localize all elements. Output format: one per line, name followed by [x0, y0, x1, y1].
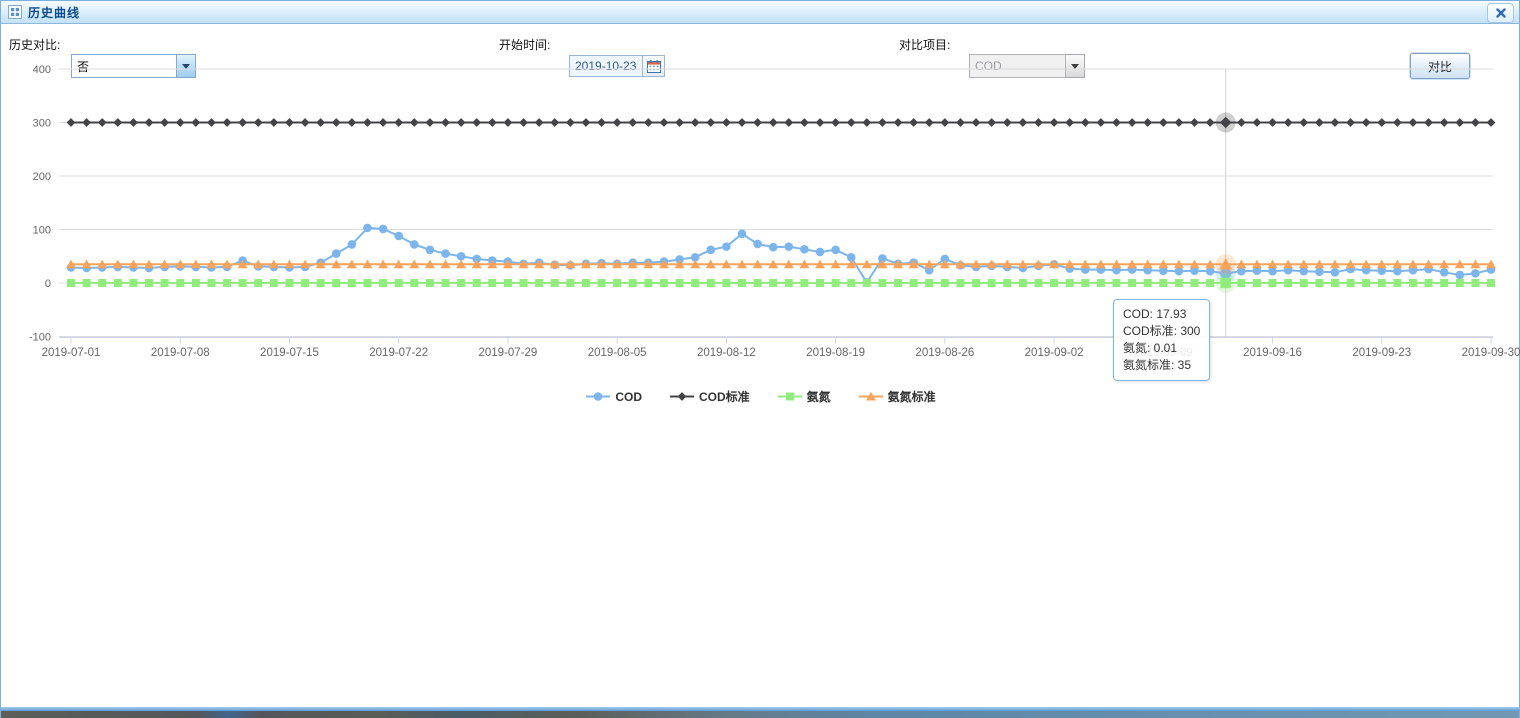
svg-text:2019-07-29: 2019-07-29: [479, 347, 538, 359]
triangle-legend-marker-icon: [859, 390, 883, 403]
taskbar-strip: [1, 711, 1519, 718]
history-curve-chart[interactable]: 400 300 200 100 0 -100 2019-07-01 2019-07-08 201…: [1, 59, 1520, 369]
svg-text:2019-07-22: 2019-07-22: [369, 347, 428, 359]
svg-text:2019-07-01: 2019-07-01: [42, 347, 101, 359]
titlebar: 历史曲线: [1, 1, 1519, 24]
svg-text:2019-08-05: 2019-08-05: [588, 347, 647, 359]
legend-label: COD: [615, 390, 642, 404]
svg-text:2019-08-12: 2019-08-12: [697, 347, 756, 359]
window-title: 历史曲线: [28, 4, 80, 21]
svg-text:2019-09-16: 2019-09-16: [1243, 347, 1302, 359]
svg-text:2019-07-08: 2019-07-08: [151, 347, 210, 359]
svg-text:100: 100: [33, 225, 51, 237]
toolbar: 历史对比: 否 开始时间: 2019-10-23 对比: [1, 25, 1519, 59]
tooltip-line: COD: 17.93: [1123, 306, 1200, 323]
svg-text:2019-09-30: 2019-09-30: [1462, 347, 1520, 359]
tooltip-line: COD标准: 300: [1123, 323, 1200, 340]
svg-text:2019-08-26: 2019-08-26: [915, 347, 974, 359]
chart-tooltip: COD: 17.93COD标准: 300氨氮: 0.01氨氮标准: 35: [1113, 299, 1210, 381]
tooltip-line: 氨氮: 0.01: [1123, 340, 1200, 357]
history-compare-label: 历史对比:: [9, 36, 60, 53]
legend-item-COD标准[interactable]: COD标准: [670, 388, 750, 405]
legend-label: 氨氮标准: [888, 388, 936, 405]
history-curve-window: 历史曲线 历史对比: 否 开始时间: 2019-10-23: [0, 0, 1520, 718]
svg-text:0: 0: [45, 278, 51, 290]
diamond-legend-marker-icon: [670, 390, 694, 403]
grid-window-icon: [8, 5, 22, 19]
svg-text:2019-09-02: 2019-09-02: [1025, 347, 1084, 359]
svg-text:-100: -100: [29, 332, 51, 344]
svg-text:300: 300: [33, 118, 51, 130]
svg-text:400: 400: [33, 64, 51, 76]
legend-item-氨氮标准[interactable]: 氨氮标准: [859, 388, 936, 405]
close-icon: [1496, 8, 1506, 18]
close-button[interactable]: [1487, 3, 1514, 23]
legend-item-COD[interactable]: COD: [586, 388, 642, 405]
square-legend-marker-icon: [778, 390, 802, 403]
chart-legend: COD COD标准 氨氮 氨氮标准: [1, 388, 1520, 405]
start-time-label: 开始时间:: [499, 36, 550, 53]
compare-item-label: 对比项目:: [899, 36, 950, 53]
legend-label: COD标准: [699, 388, 750, 405]
svg-text:200: 200: [33, 171, 51, 183]
legend-item-氨氮[interactable]: 氨氮: [778, 388, 831, 405]
svg-text:2019-09-23: 2019-09-23: [1352, 347, 1411, 359]
window-bottom-edge: [1, 703, 1519, 718]
circle-legend-marker-icon: [586, 390, 610, 403]
tooltip-line: 氨氮标准: 35: [1123, 357, 1200, 374]
chart-region: 400 300 200 100 0 -100 2019-07-01 2019-07-08 201…: [1, 59, 1520, 419]
svg-text:2019-07-15: 2019-07-15: [260, 347, 319, 359]
legend-label: 氨氮: [807, 388, 831, 405]
svg-text:2019-08-19: 2019-08-19: [806, 347, 865, 359]
